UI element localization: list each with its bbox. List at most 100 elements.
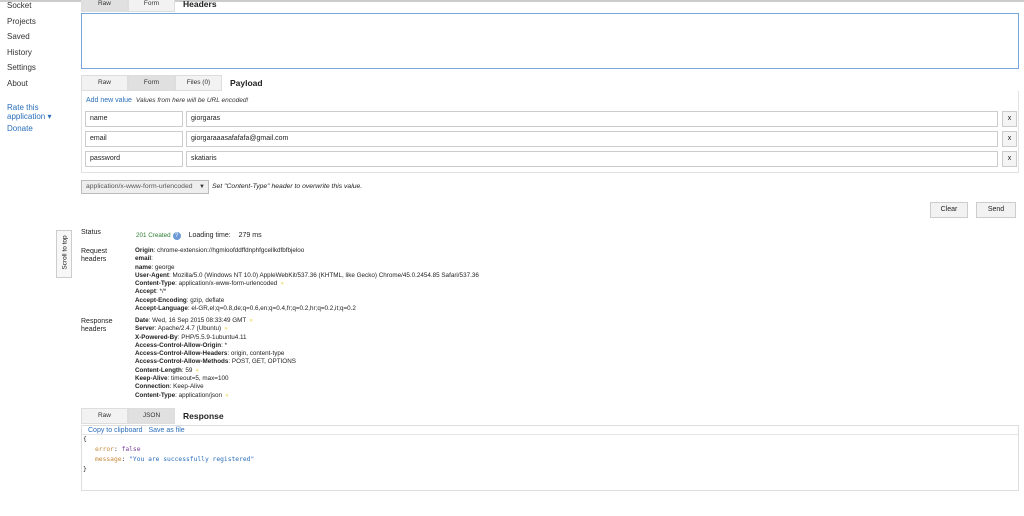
header-value: Wed, 16 Sep 2015 08:33:49 GMT [152,317,247,324]
header-name: User-Agent [135,271,169,279]
hint-bulb-icon[interactable]: ● [224,325,228,332]
send-button[interactable]: Send [976,202,1016,218]
header-name: name [135,263,152,271]
sidebar-item-history[interactable]: History [7,48,77,64]
header-name: email [135,255,152,263]
content-type-value: application/x-www-form-urlencoded [86,183,193,190]
value-input[interactable]: skatiaris [186,151,998,167]
header-row: name: george [135,263,175,271]
header-row: Accept: */* [135,288,167,296]
tab-headers-raw[interactable]: Raw [81,0,128,12]
chevron-down-icon: ▼ [199,184,205,190]
status-line: 201 Created? Loading time: 279 ms [135,231,262,241]
request-headers-label: Request headers [81,248,108,263]
clear-button[interactable]: Clear [930,202,968,218]
donate-link[interactable]: Donate [7,124,77,133]
hint-bulb-icon[interactable]: ● [195,367,199,374]
key-input[interactable]: email [85,131,183,147]
json-key: message [95,456,122,463]
response-headers-list: Date: Wed, 16 Sep 2015 08:33:49 GMT ● Serv… [135,317,296,400]
header-value: application/json [178,391,223,399]
header-name: Accept-Encoding [135,296,187,304]
help-icon[interactable]: ? [172,232,181,240]
header-row: X-Powered-By: PHP/5.5.9-1ubuntu4.11 [135,333,247,341]
response-tabs: Raw JSON Response [81,408,224,424]
header-row: Connection: Keep-Alive [135,383,204,391]
tab-payload-files[interactable]: Files (0) [175,75,222,91]
header-row: Access-Control-Allow-Origin: * [135,341,228,349]
header-row: Accept-Encoding: gzip, deflate [135,296,225,304]
header-value: Apache/2.4.7 (Ubuntu) [157,325,222,333]
headers-title: Headers [183,0,217,9]
loading-time-value: 279 ms [238,232,262,239]
header-row: Content-Type: application/json ● [135,391,229,399]
tab-response-raw[interactable]: Raw [81,408,128,424]
header-value: PHP/5.5.9-1ubuntu4.11 [181,333,247,341]
header-name: Content-Length [135,366,182,374]
header-row: Content-Type: application/x-www-form-url… [135,280,285,288]
key-input[interactable]: password [85,151,183,167]
request-headers-list: Origin: chrome-extension://hgmloofddffdn… [135,247,479,313]
header-name: Content-Type [135,391,176,399]
header-name: Access-Control-Allow-Origin [135,341,222,349]
json-value: false [121,446,141,453]
json-value: "You are successfully registered" [129,456,255,463]
header-value: Keep-Alive [173,383,204,391]
header-row: Origin: chrome-extension://hgmloofddffdn… [135,247,305,254]
sidebar-item-saved[interactable]: Saved [7,32,77,48]
remove-row-button[interactable]: x [1002,111,1017,127]
header-value: el-GR,el;q=0.8,de;q=0.6,en;q=0.4,fr;q=0.… [191,305,356,313]
sidebar-item-socket[interactable]: Socket [7,1,77,17]
value-input[interactable]: giorgaras [186,111,998,127]
rate-application-link[interactable]: Rate this application ▾ [7,103,57,121]
key-input[interactable]: name [85,111,183,127]
json-key: error [95,446,114,453]
header-value: Mozilla/5.0 (Windows NT 10.0) AppleWebKi… [172,271,479,279]
header-name: Connection [135,383,170,391]
hint-bulb-icon[interactable]: ● [249,317,253,324]
header-row: User-Agent: Mozilla/5.0 (Windows NT 10.0… [135,271,479,279]
value-input[interactable]: giorgaraaasafafafa@gmail.com [186,131,998,147]
header-name: Access-Control-Allow-Headers [135,350,228,358]
tab-headers-form[interactable]: Form [128,0,175,12]
header-name: Access-Control-Allow-Methods [135,358,229,366]
sidebar-item-settings[interactable]: Settings [7,63,77,79]
headers-tabs: Raw Form Headers [81,0,217,12]
header-row: Content-Length: 59 ● [135,366,200,374]
content-type-select[interactable]: application/x-www-form-urlencoded ▼ [81,180,209,194]
payload-title: Payload [230,78,263,88]
header-name: Content-Type [135,280,176,288]
header-row: Accept-Language: el-GR,el;q=0.8,de;q=0.6… [135,305,356,313]
headers-textarea[interactable] [81,13,1019,69]
remove-row-button[interactable]: x [1002,151,1017,167]
tab-payload-raw[interactable]: Raw [81,75,128,91]
header-row: Server: Apache/2.4.7 (Ubuntu) ● [135,325,228,333]
header-value: * [224,341,228,349]
header-name: Keep-Alive [135,375,168,383]
header-name: Origin [135,247,154,254]
header-value: george [154,263,175,271]
scroll-to-top-button[interactable]: Scroll to top [56,230,72,278]
tab-response-json[interactable]: JSON [128,408,175,424]
header-row: Keep-Alive: timeout=5, max=100 [135,375,229,383]
header-value: */* [159,288,167,296]
response-headers-label: Response headers [81,318,113,333]
header-value: application/x-www-form-urlencoded [178,280,278,288]
add-new-value-link[interactable]: Add new value [86,97,132,104]
sidebar-item-projects[interactable]: Projects [7,17,77,33]
payload-row: name giorgaras x [85,111,1017,127]
header-row: Date: Wed, 16 Sep 2015 08:33:49 GMT ● [135,317,254,324]
copy-to-clipboard-link[interactable]: Copy to clipboard [88,427,142,434]
header-value: 59 [185,366,193,374]
tab-payload-form[interactable]: Form [128,75,175,91]
hint-bulb-icon[interactable]: ● [225,392,229,399]
sidebar-item-about[interactable]: About [7,79,77,95]
json-open-brace: { [83,436,87,443]
header-value: timeout=5, max=100 [171,375,229,383]
header-name: X-Powered-By [135,333,178,341]
remove-row-button[interactable]: x [1002,131,1017,147]
content-type-hint: Set "Content-Type" header to overwrite t… [212,183,363,190]
hint-bulb-icon[interactable]: ● [280,280,284,287]
status-code: 201 Created [136,232,171,239]
save-as-file-link[interactable]: Save as file [148,427,184,434]
